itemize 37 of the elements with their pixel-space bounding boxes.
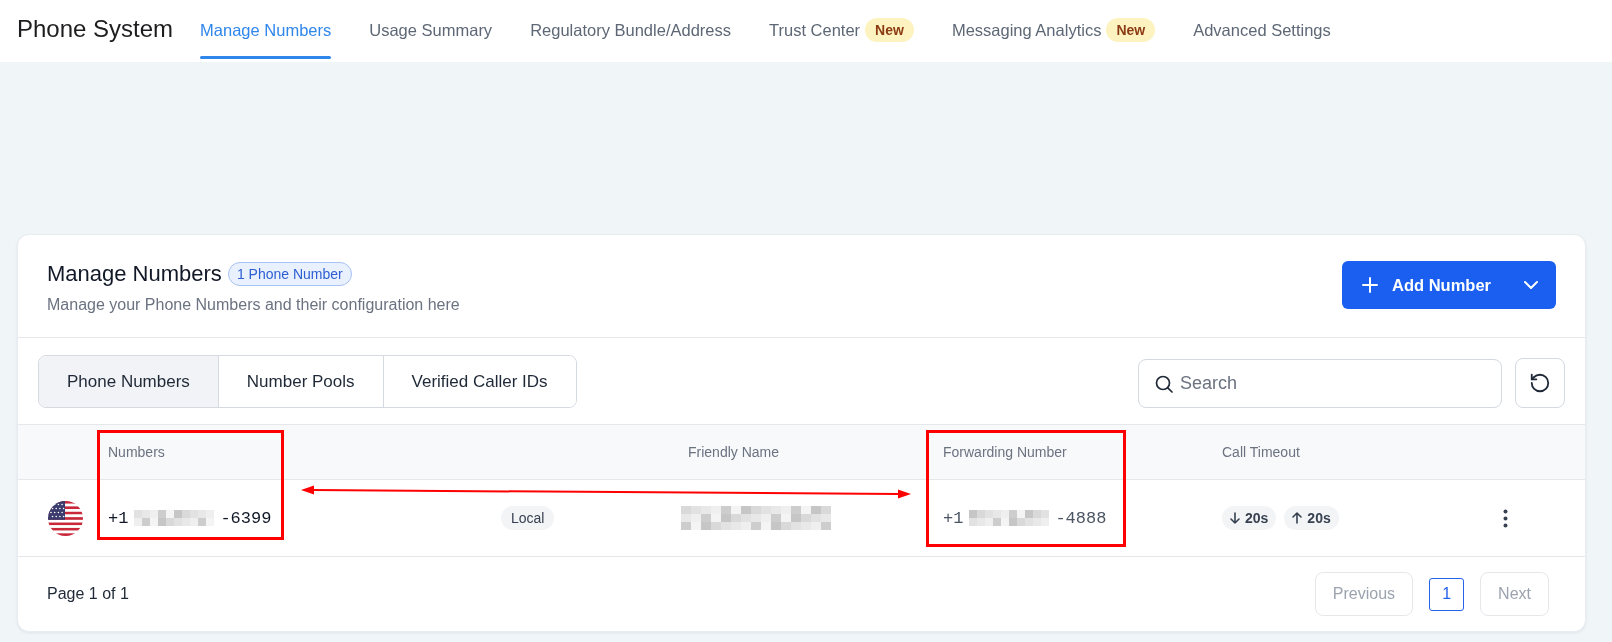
nav-tab[interactable]: Messaging Analytics New [951, 0, 1156, 61]
add-number-button[interactable]: Add Number [1342, 261, 1556, 309]
plus-icon [1362, 277, 1378, 293]
vertical-dots-icon[interactable] [1503, 508, 1508, 528]
nav-tab[interactable]: Regulatory Bundle/Address [530, 0, 731, 61]
phone-number-prefix: +1 [943, 508, 964, 528]
chevron-down-icon [1524, 281, 1538, 289]
column-header: Forwarding Number [943, 444, 1067, 460]
new-badge: New [865, 18, 914, 42]
timeout-value: 20s [1245, 510, 1269, 526]
nav-tab[interactable]: Usage Summary [369, 0, 493, 61]
phone-number-suffix: -6399 [220, 508, 272, 528]
column-header: Friendly Name [688, 444, 780, 460]
column-header: Numbers [108, 444, 165, 460]
page-indicator: Page 1 of 1 [47, 585, 129, 603]
arrow-down-icon [1230, 512, 1240, 524]
flag-icon [48, 500, 83, 536]
search-icon [1155, 374, 1173, 393]
timeout-value: 20s [1307, 510, 1331, 526]
type-tag: Local [501, 506, 555, 530]
nav-tab[interactable]: Manage Numbers [200, 0, 332, 61]
column-header: Call Timeout [1222, 444, 1300, 460]
refresh-button[interactable] [1515, 358, 1565, 408]
phone-number-suffix: -4888 [1055, 508, 1107, 528]
phone-number-prefix: +1 [108, 508, 129, 528]
arrow-up-icon [1292, 512, 1303, 524]
search-field[interactable]: Search [1138, 358, 1502, 408]
nav-tab[interactable]: Trust Center New [769, 0, 914, 61]
refresh-icon [1529, 372, 1551, 394]
page-button[interactable]: 1 [1429, 577, 1465, 611]
count-badge: 1 Phone Number [227, 262, 352, 286]
card-title: Manage Numbers [47, 260, 222, 288]
app-title: Phone System [17, 15, 174, 43]
card-subtitle: Manage your Phone Numbers and their configuration here [47, 295, 460, 315]
nav-tab[interactable]: Advanced Settings [1193, 0, 1331, 61]
new-badge: New [1106, 18, 1156, 42]
view-tab[interactable]: Phone Numbers [39, 356, 219, 407]
